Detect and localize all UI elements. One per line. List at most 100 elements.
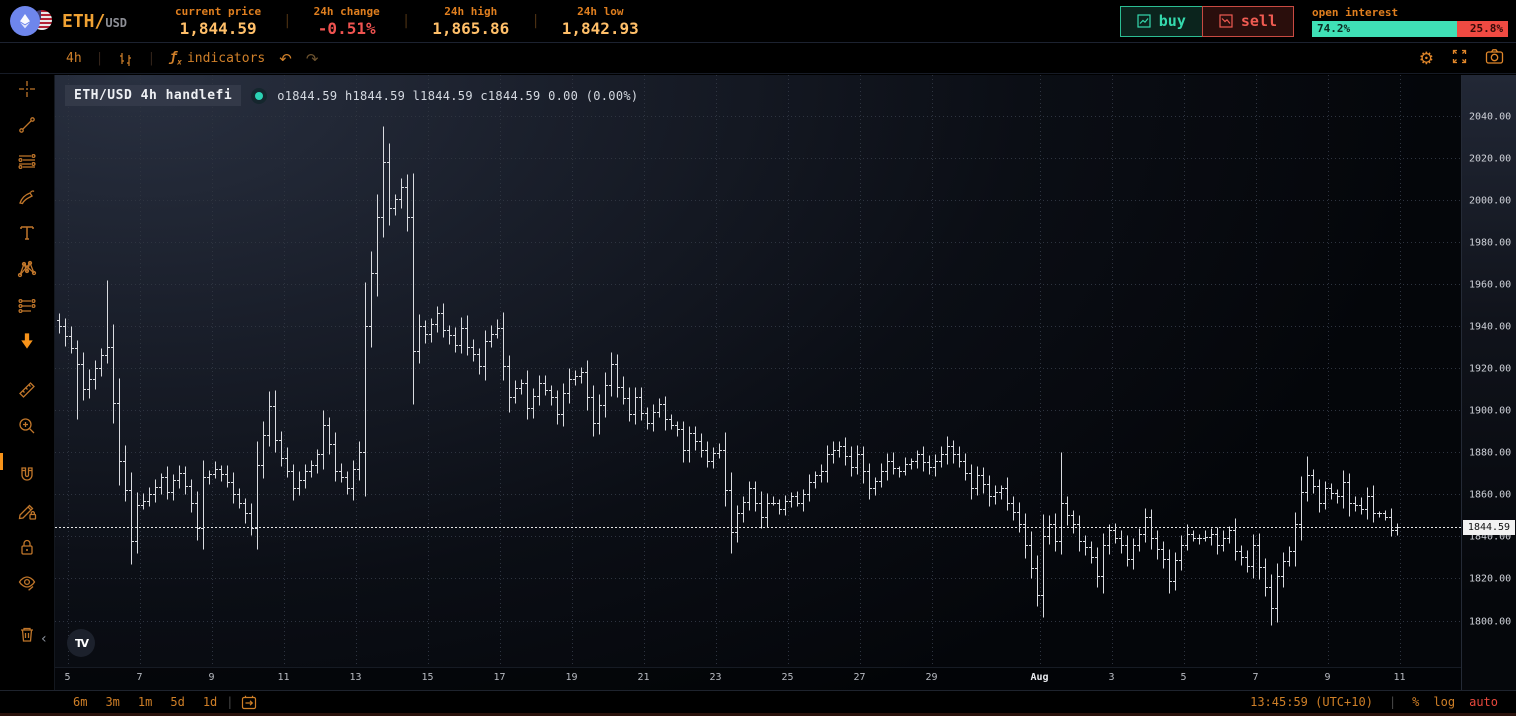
stat-label: 24h change: [313, 4, 380, 18]
stat-value: 1,865.86: [432, 18, 510, 38]
crosshair-icon[interactable]: [13, 77, 41, 101]
footer-separator: |: [1388, 695, 1397, 709]
chart-toolbar: 4h | | ƒx indicators ↶ ↷ ⚙: [0, 44, 1516, 74]
brush-icon[interactable]: [13, 185, 41, 209]
lock-all-icon[interactable]: [13, 535, 41, 559]
zoom-in-icon[interactable]: [13, 414, 41, 438]
time-tick: 11: [1393, 672, 1406, 683]
chart-legend: ETH/USD 4h handlefi o1844.59 h1844.59 l1…: [65, 85, 638, 106]
buy-button[interactable]: buy: [1119, 5, 1203, 37]
time-tick: 11: [277, 672, 290, 683]
bar-style-icon[interactable]: [117, 51, 133, 67]
redo-icon[interactable]: ↷: [306, 50, 319, 68]
price-axis[interactable]: 2040.00 2020.00 2000.00 1980.00 1960.00 1940.…: [1461, 75, 1516, 690]
price-tick: 1900.00: [1469, 405, 1512, 416]
price-tick: 1960.00: [1469, 279, 1512, 290]
arrow-down-icon[interactable]: [13, 329, 41, 353]
draw-lock-icon[interactable]: [13, 499, 41, 523]
trading-app: ETH/USD current price 1,844.59 | 24h chang…: [0, 0, 1516, 716]
active-tool-indicator: [0, 453, 3, 470]
gear-icon[interactable]: ⚙: [1419, 49, 1434, 69]
stat-separator: |: [401, 13, 411, 29]
percent-scale-button[interactable]: %: [1408, 694, 1423, 710]
range-button-1m[interactable]: 1m: [135, 694, 155, 710]
clock[interactable]: 13:45:59 (UTC+10): [1246, 694, 1377, 710]
sell-label: sell: [1240, 12, 1277, 30]
xabcd-pattern-icon[interactable]: [13, 257, 41, 281]
price-tick: 2040.00: [1469, 111, 1512, 122]
footer-separator: |: [226, 695, 234, 709]
stat-24h-high: 24h high 1,865.86: [410, 5, 531, 38]
time-tick: 13: [349, 672, 362, 683]
open-interest-bar: 74.2% 25.8%: [1312, 20, 1508, 37]
header-bar: ETH/USD current price 1,844.59 | 24h chang…: [0, 0, 1516, 43]
visibility-toggle-icon[interactable]: [251, 87, 268, 104]
forecast-icon[interactable]: [13, 293, 41, 317]
tv-glyph: TV: [74, 636, 89, 650]
camera-icon[interactable]: [1485, 48, 1504, 69]
time-tick: 23: [709, 672, 722, 683]
open-interest-widget: open interest 74.2% 25.8%: [1312, 6, 1508, 37]
symbol-base: ETH/: [62, 10, 106, 32]
time-tick: 17: [493, 672, 506, 683]
range-selector: 6m 3m 1m 5d 1d: [70, 694, 220, 710]
fullscreen-icon[interactable]: [1451, 48, 1468, 69]
time-axis[interactable]: 5 7 9 11 13 15 17 19 21 23 25 27 29 Aug 3 5 7 9 11: [55, 667, 1461, 690]
main-area: ETH/USD 4h handlefi o1844.59 h1844.59 l1…: [0, 75, 1516, 713]
stat-label: current price: [175, 4, 262, 18]
open-interest-short: 25.8%: [1457, 20, 1508, 37]
price-tick: 1860.00: [1469, 489, 1512, 500]
stat-24h-change: 24h change -0.51%: [292, 5, 402, 38]
hide-drawings-icon[interactable]: [13, 571, 41, 595]
toolbar-separator: |: [147, 51, 156, 66]
stats-row: current price 1,844.59 | 24h change -0.51%…: [153, 5, 661, 38]
range-button-6m[interactable]: 6m: [70, 694, 90, 710]
time-tick: 5: [1180, 672, 1187, 683]
legend-title[interactable]: ETH/USD 4h handlefi: [65, 85, 242, 106]
auto-scale-button[interactable]: auto: [1465, 694, 1502, 710]
price-tick: 2000.00: [1469, 195, 1512, 206]
magnet-icon[interactable]: [13, 463, 41, 487]
indicators-label: indicators: [186, 51, 266, 66]
price-tick: 2020.00: [1469, 153, 1512, 164]
sell-button[interactable]: sell: [1201, 5, 1294, 37]
tradingview-logo[interactable]: TV: [67, 629, 95, 657]
go-to-date-icon[interactable]: [240, 694, 258, 711]
time-tick: 19: [565, 672, 578, 683]
stat-value: -0.51%: [317, 18, 376, 38]
time-tick: 3: [1108, 672, 1115, 683]
text-tool-icon[interactable]: [13, 221, 41, 245]
range-button-1d[interactable]: 1d: [200, 694, 220, 710]
collapse-toolbar-chevron[interactable]: ‹: [41, 631, 47, 647]
time-tick: 5: [64, 672, 71, 683]
fib-retracement-icon[interactable]: [13, 149, 41, 173]
ruler-icon[interactable]: [13, 378, 41, 402]
indicators-button[interactable]: ƒx indicators: [169, 50, 265, 67]
time-tick: 29: [925, 672, 938, 683]
footer-bar: 6m 3m 1m 5d 1d | 13:45:59 (UTC+10) | % log a…: [0, 690, 1516, 716]
stat-value: 1,842.93: [561, 18, 639, 38]
time-tick: Aug: [1030, 672, 1049, 683]
price-tick: 1800.00: [1469, 616, 1512, 627]
remove-drawings-icon[interactable]: [13, 622, 41, 646]
header-right: buy sell open interest 74.2% 25.8%: [1119, 5, 1508, 37]
range-button-3m[interactable]: 3m: [102, 694, 122, 710]
pair-logo: [10, 5, 54, 37]
log-scale-button[interactable]: log: [1429, 694, 1459, 710]
current-price-badge: 1844.59: [1463, 520, 1515, 535]
time-tick: 9: [1324, 672, 1331, 683]
time-tick: 7: [136, 672, 143, 683]
stat-separator: |: [531, 13, 540, 29]
trend-line-icon[interactable]: [13, 113, 41, 137]
price-tick: 1820.00: [1469, 573, 1512, 584]
timeframe-button[interactable]: 4h: [66, 51, 82, 66]
buy-chart-icon: [1137, 14, 1151, 28]
price-tick: 1940.00: [1469, 321, 1512, 332]
time-tick: 27: [853, 672, 866, 683]
stat-label: 24h high: [444, 4, 498, 18]
chart-plot[interactable]: ETH/USD 4h handlefi o1844.59 h1844.59 l1…: [55, 75, 1461, 690]
undo-icon[interactable]: ↶: [279, 50, 292, 68]
range-button-5d[interactable]: 5d: [167, 694, 187, 710]
open-interest-label: open interest: [1312, 5, 1399, 19]
toolbar-separator: |: [95, 51, 104, 66]
